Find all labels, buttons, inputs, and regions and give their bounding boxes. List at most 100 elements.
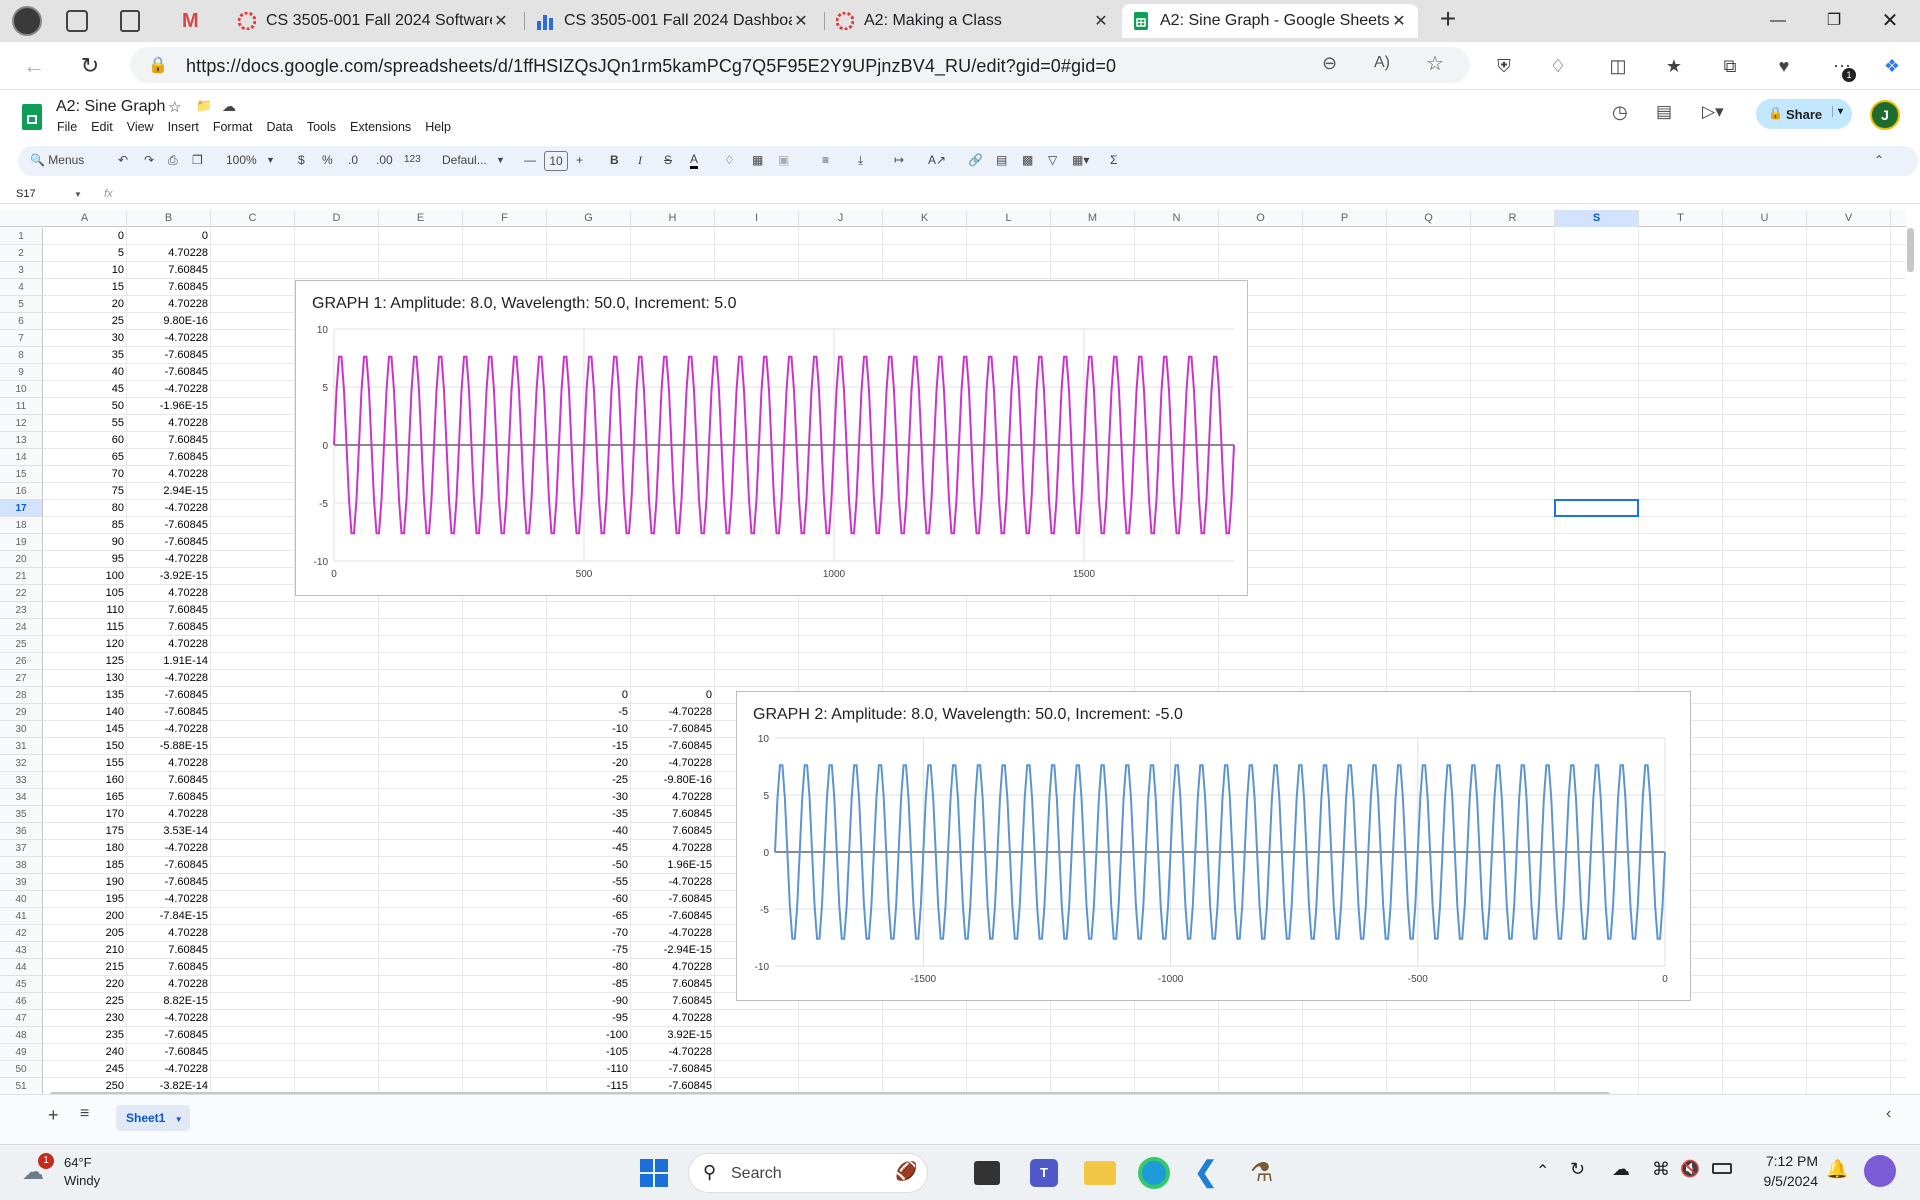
sheet-tab-sheet1[interactable]: Sheet1 ▼ (116, 1105, 190, 1131)
row-header[interactable]: 15 (0, 466, 43, 483)
paint-format-icon[interactable]: ❐ (192, 153, 203, 167)
cell-A25[interactable]: 120 (43, 636, 127, 653)
lock-icon[interactable]: 🔒 (148, 55, 168, 75)
cell-B1[interactable]: 0 (127, 228, 211, 245)
cell-B35[interactable]: 4.70228 (127, 806, 211, 823)
close-icon[interactable]: ✕ (1092, 11, 1110, 31)
cell-A4[interactable]: 15 (43, 279, 127, 296)
cell-G46[interactable]: -90 (547, 993, 631, 1010)
row-header[interactable]: 28 (0, 687, 43, 704)
cell-G39[interactable]: -55 (547, 874, 631, 891)
cell-A11[interactable]: 50 (43, 398, 127, 415)
cell-A1[interactable]: 0 (43, 228, 127, 245)
cell-B41[interactable]: -7.84E-15 (127, 908, 211, 925)
cell-A43[interactable]: 210 (43, 942, 127, 959)
cell-A14[interactable]: 65 (43, 449, 127, 466)
cell-A20[interactable]: 95 (43, 551, 127, 568)
cell-H48[interactable]: 3.92E-15 (631, 1027, 715, 1044)
cell-B5[interactable]: 4.70228 (127, 296, 211, 313)
name-box[interactable]: S17 (16, 188, 80, 200)
column-header[interactable]: O (1219, 210, 1303, 227)
close-icon[interactable]: ✕ (792, 11, 810, 31)
cell-B6[interactable]: 9.80E-16 (127, 313, 211, 330)
chevron-down-icon[interactable]: ▼ (74, 190, 82, 199)
share-dropdown-icon[interactable]: ▾ (1832, 106, 1843, 117)
increase-decimal-button[interactable]: .00 (376, 153, 393, 167)
shield-extension-icon[interactable]: ⛨ (1488, 50, 1520, 82)
cell-H32[interactable]: -4.70228 (631, 755, 715, 772)
cell-H47[interactable]: 4.70228 (631, 1010, 715, 1027)
zoom-select[interactable]: 100% (226, 153, 257, 167)
cell-A10[interactable]: 45 (43, 381, 127, 398)
cell-H34[interactable]: 4.70228 (631, 789, 715, 806)
minimize-button[interactable]: — (1750, 0, 1806, 42)
sheets-logo-icon[interactable] (22, 104, 42, 130)
explore-collapse-icon[interactable]: ‹ (1886, 1105, 1891, 1123)
formula-input[interactable] (124, 186, 1884, 204)
decrease-decimal-button[interactable]: .0 (348, 153, 358, 167)
filter-views-icon[interactable]: ▦▾ (1072, 153, 1089, 167)
row-header[interactable]: 3 (0, 262, 43, 279)
cell-A27[interactable]: 130 (43, 670, 127, 687)
row-header[interactable]: 1 (0, 228, 43, 245)
row-header[interactable]: 35 (0, 806, 43, 823)
cell-B42[interactable]: 4.70228 (127, 925, 211, 942)
chevron-down-icon[interactable]: ▼ (266, 155, 275, 165)
collapse-toolbar-icon[interactable]: ⌃ (1874, 153, 1884, 167)
cell-A34[interactable]: 165 (43, 789, 127, 806)
column-header[interactable]: V (1807, 210, 1891, 227)
cell-B19[interactable]: -7.60845 (127, 534, 211, 551)
copilot-icon[interactable]: ❖ (1876, 50, 1908, 82)
cell-B27[interactable]: -4.70228 (127, 670, 211, 687)
cell-H35[interactable]: 7.60845 (631, 806, 715, 823)
menu-view[interactable]: View (127, 120, 154, 134)
cell-B12[interactable]: 4.70228 (127, 415, 211, 432)
column-header[interactable]: D (295, 210, 379, 227)
row-header[interactable]: 30 (0, 721, 43, 738)
row-header[interactable]: 24 (0, 619, 43, 636)
cloud-status-icon[interactable]: ☁ (222, 98, 236, 115)
cell-A5[interactable]: 20 (43, 296, 127, 313)
cell-A50[interactable]: 245 (43, 1061, 127, 1078)
cell-H29[interactable]: -4.70228 (631, 704, 715, 721)
browser-tab-2[interactable]: CS 3505-001 Fall 2024 Dashboard ✕ (526, 4, 820, 38)
row-header[interactable]: 2 (0, 245, 43, 262)
teams-icon[interactable]: T (1030, 1159, 1058, 1187)
row-header[interactable]: 45 (0, 976, 43, 993)
cell-A45[interactable]: 220 (43, 976, 127, 993)
menu-tools[interactable]: Tools (307, 120, 336, 134)
menu-format[interactable]: Format (213, 120, 253, 134)
cell-B39[interactable]: -7.60845 (127, 874, 211, 891)
chart-graph-1[interactable]: GRAPH 1: Amplitude: 8.0, Wavelength: 50.… (295, 280, 1248, 596)
comments-icon[interactable]: ▤ (1656, 102, 1672, 122)
row-header[interactable]: 5 (0, 296, 43, 313)
increase-font-size-icon[interactable]: + (576, 153, 583, 167)
row-header[interactable]: 18 (0, 517, 43, 534)
column-header[interactable]: L (967, 210, 1051, 227)
currency-button[interactable]: $ (298, 153, 305, 167)
cell-B18[interactable]: -7.60845 (127, 517, 211, 534)
column-header[interactable]: E (379, 210, 463, 227)
all-sheets-button[interactable]: ≡ (80, 1105, 89, 1123)
collections-icon[interactable]: ⧉ (1714, 50, 1746, 82)
browser-tab-1[interactable]: CS 3505-001 Fall 2024 Software P ✕ (228, 4, 520, 38)
cell-H41[interactable]: -7.60845 (631, 908, 715, 925)
cell-A19[interactable]: 90 (43, 534, 127, 551)
cell-B3[interactable]: 7.60845 (127, 262, 211, 279)
cell-B34[interactable]: 7.60845 (127, 789, 211, 806)
row-header[interactable]: 8 (0, 347, 43, 364)
column-header[interactable]: F (463, 210, 547, 227)
row-header[interactable]: 38 (0, 857, 43, 874)
cell-B20[interactable]: -4.70228 (127, 551, 211, 568)
cell-G40[interactable]: -60 (547, 891, 631, 908)
row-header[interactable]: 21 (0, 568, 43, 585)
browser-tab-4[interactable]: A2: Sine Graph - Google Sheets ✕ (1122, 4, 1418, 38)
cell-H46[interactable]: 7.60845 (631, 993, 715, 1010)
row-header[interactable]: 14 (0, 449, 43, 466)
cell-B29[interactable]: -7.60845 (127, 704, 211, 721)
menu-help[interactable]: Help (425, 120, 451, 134)
cell-G45[interactable]: -85 (547, 976, 631, 993)
row-header[interactable]: 20 (0, 551, 43, 568)
clock-date[interactable]: 9/5/2024 (1740, 1173, 1819, 1189)
weather-widget[interactable]: ☁ 1 64°F Windy (20, 1151, 140, 1195)
